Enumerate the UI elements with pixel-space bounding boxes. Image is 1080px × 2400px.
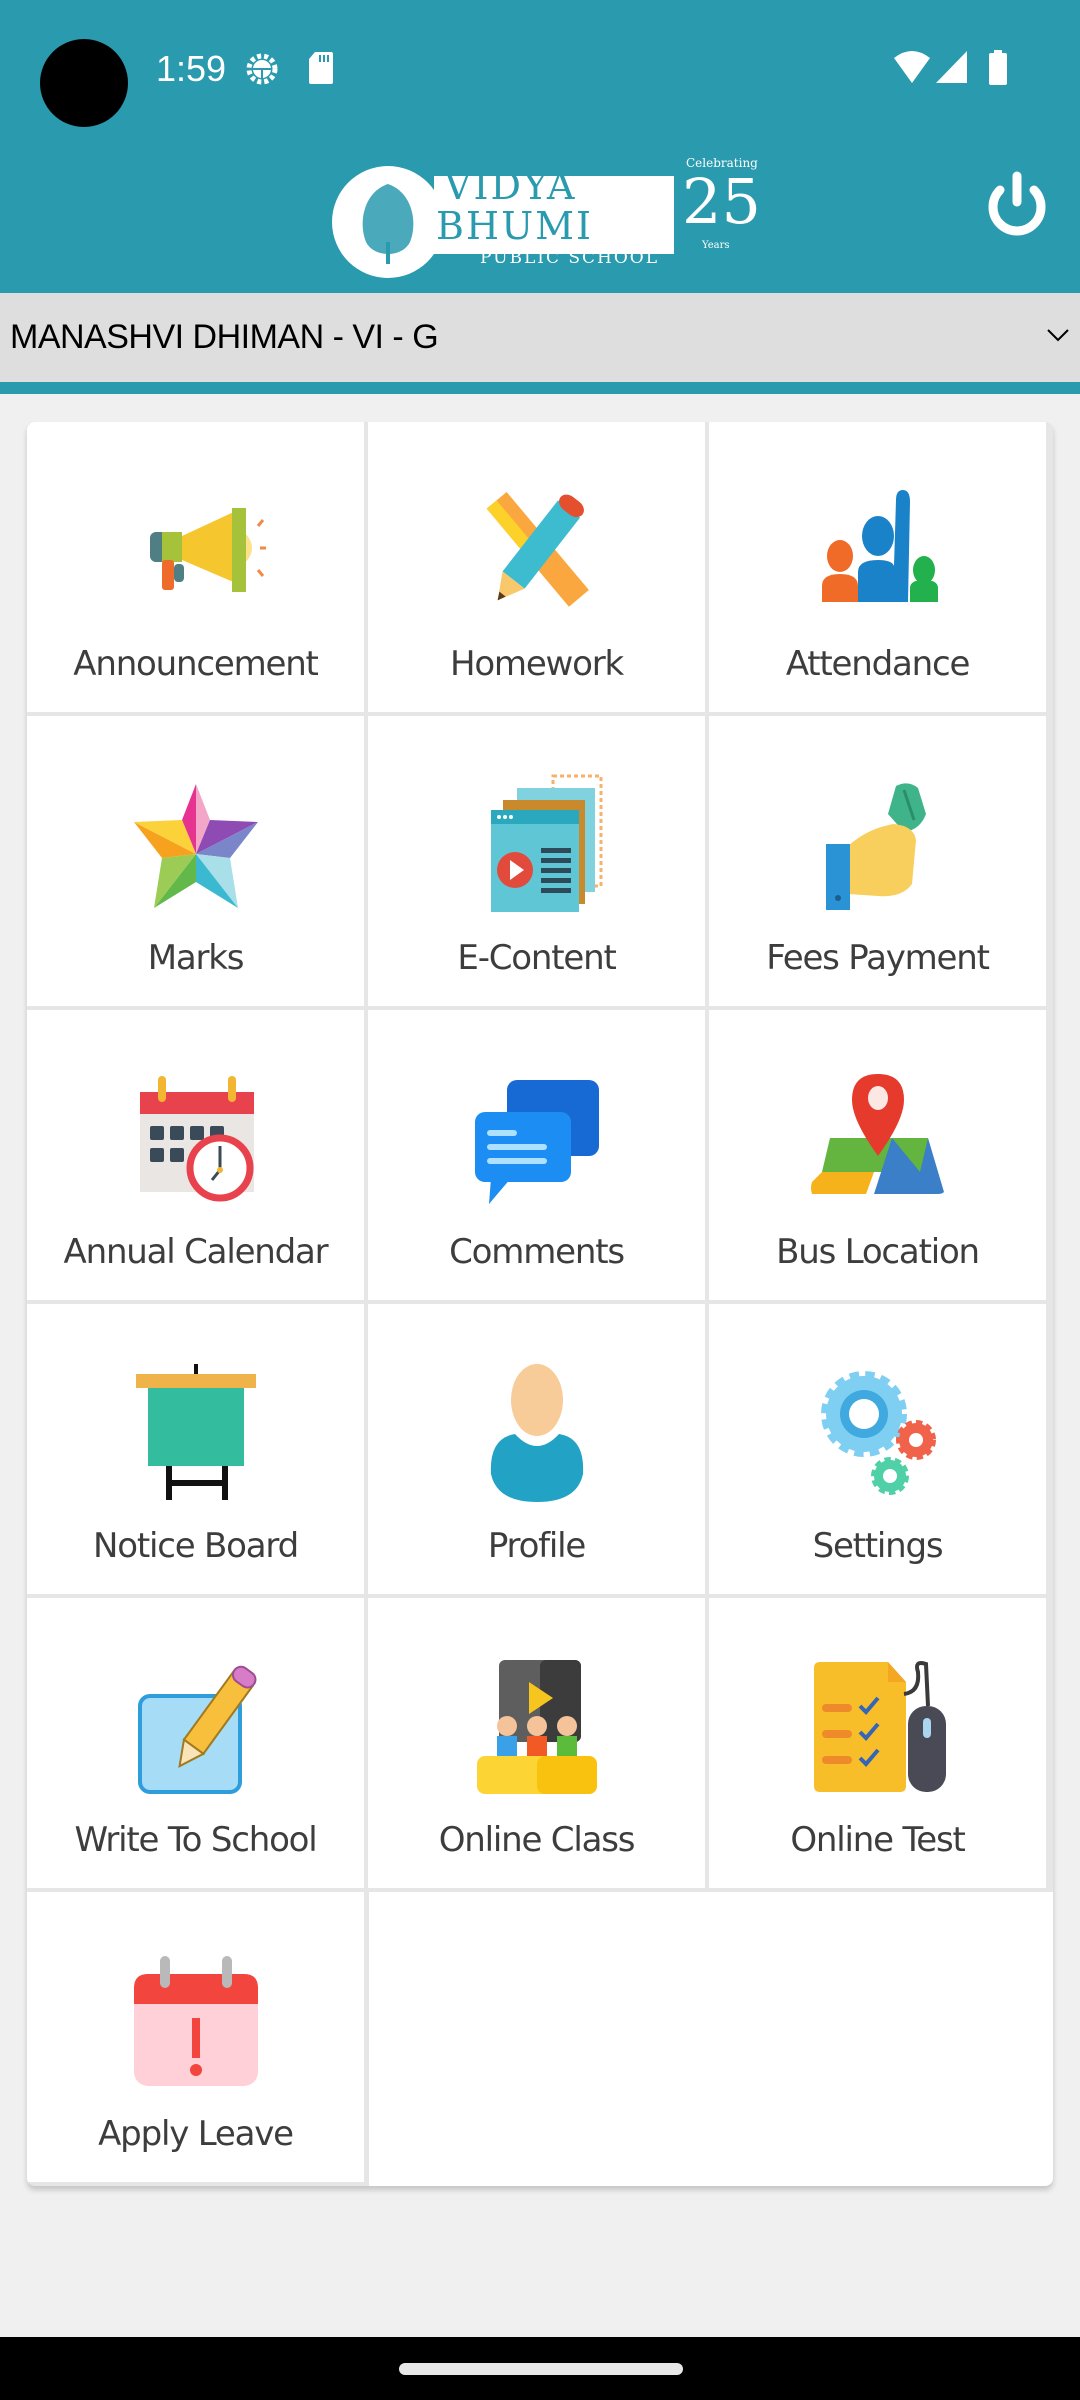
menu-item-label: Apply Leave — [98, 2114, 294, 2154]
logo-badge-bottom: Years — [702, 240, 730, 251]
student-selector-dropdown[interactable]: MANASHVI DHIMAN - VI - G — [0, 293, 1080, 382]
menu-item-settings[interactable]: Settings — [709, 1304, 1046, 1594]
menu-item-label: Write To School — [74, 1820, 317, 1860]
menu-item-label: Fees Payment — [766, 938, 990, 978]
menu-item-label: Settings — [812, 1526, 944, 1566]
menu-item-comments[interactable]: Comments — [368, 1010, 705, 1300]
menu-item-notice-board[interactable]: Notice Board — [27, 1304, 364, 1594]
wifi-icon — [894, 51, 930, 83]
raised-hand-group-icon — [821, 490, 938, 602]
menu-item-e-content[interactable]: E-Content — [368, 716, 705, 1006]
system-nav-bar — [0, 2337, 1080, 2400]
chevron-down-icon — [1047, 329, 1069, 342]
menu-item-homework[interactable]: Homework — [368, 422, 705, 712]
school-logo: VIDYA BHUMI PUBLIC SCHOOL Celebrating 25… — [330, 140, 761, 290]
chat-bubbles-icon — [474, 1080, 599, 1204]
menu-item-announcement[interactable]: Announcement — [27, 422, 364, 712]
pencil-note-icon — [137, 1665, 256, 1794]
logo-subtitle: PUBLIC SCHOOL — [480, 248, 660, 268]
menu-grid: Announcement Homework Attendance Marks E… — [27, 422, 1053, 2182]
status-bar: 1:59 — [0, 0, 1080, 140]
menu-item-label: Bus Location — [776, 1232, 980, 1272]
user-icon — [490, 1364, 583, 1502]
menu-item-label: E-Content — [457, 938, 616, 978]
menu-item-label: Marks — [147, 938, 245, 978]
notice-board-icon — [135, 1364, 256, 1500]
menu-item-apply-leave[interactable]: Apply Leave — [27, 1892, 364, 2182]
logo-tree-emblem — [332, 166, 444, 278]
menu-item-bus-location[interactable]: Bus Location — [709, 1010, 1046, 1300]
menu-item-label: Online Class — [438, 1820, 636, 1860]
selected-student: MANASHVI DHIMAN - VI - G — [10, 318, 439, 356]
menu-item-label: Notice Board — [93, 1526, 299, 1566]
map-pin-icon — [810, 1074, 944, 1194]
header-divider — [0, 382, 1080, 394]
app-header: VIDYA BHUMI PUBLIC SCHOOL Celebrating 25… — [0, 140, 1080, 293]
online-class-icon — [476, 1660, 597, 1794]
menu-item-label: Homework — [449, 644, 624, 684]
home-gesture-handle[interactable] — [399, 2363, 683, 2375]
menu-item-label: Profile — [487, 1526, 587, 1566]
menu-item-label: Online Test — [790, 1820, 965, 1860]
menu-item-profile[interactable]: Profile — [368, 1304, 705, 1594]
menu-item-label: Attendance — [785, 644, 971, 684]
tree-icon — [362, 184, 414, 264]
menu-item-label: Comments — [449, 1232, 625, 1272]
video-document-icon — [490, 774, 602, 912]
logo-badge-number: 25 — [682, 165, 761, 238]
menu-item-label: Announcement — [73, 644, 319, 684]
battery-icon — [989, 50, 1007, 85]
menu-item-online-class[interactable]: Online Class — [368, 1598, 705, 1888]
gears-icon — [820, 1371, 936, 1495]
calendar-alert-icon — [133, 1956, 258, 2086]
calendar-clock-icon — [139, 1076, 254, 1202]
menu-item-write-to-school[interactable]: Write To School — [27, 1598, 364, 1888]
sd-card-icon — [309, 52, 333, 84]
pencil-ruler-icon — [486, 491, 589, 607]
checklist-mouse-icon — [813, 1661, 946, 1792]
menu-item-online-test[interactable]: Online Test — [709, 1598, 1046, 1888]
power-icon[interactable] — [980, 170, 1054, 244]
star-icon — [133, 784, 258, 908]
logo-line1: VIDYA — [444, 164, 577, 208]
menu-item-attendance[interactable]: Attendance — [709, 422, 1046, 712]
menu-item-annual-calendar[interactable]: Annual Calendar — [27, 1010, 364, 1300]
menu-item-marks[interactable]: Marks — [27, 716, 364, 1006]
menu-item-label: Annual Calendar — [63, 1232, 329, 1272]
logo-line2: BHUMI — [436, 204, 594, 248]
android-debug-icon — [246, 53, 278, 85]
status-time: 1:59 — [156, 48, 227, 89]
camera-cutout — [40, 39, 128, 127]
menu-card: Announcement Homework Attendance Marks E… — [27, 422, 1053, 2186]
menu-item-fees-payment[interactable]: Fees Payment — [709, 716, 1046, 1006]
hand-money-icon — [825, 783, 926, 910]
megaphone-icon — [149, 508, 266, 592]
cellular-signal-icon — [936, 51, 967, 83]
